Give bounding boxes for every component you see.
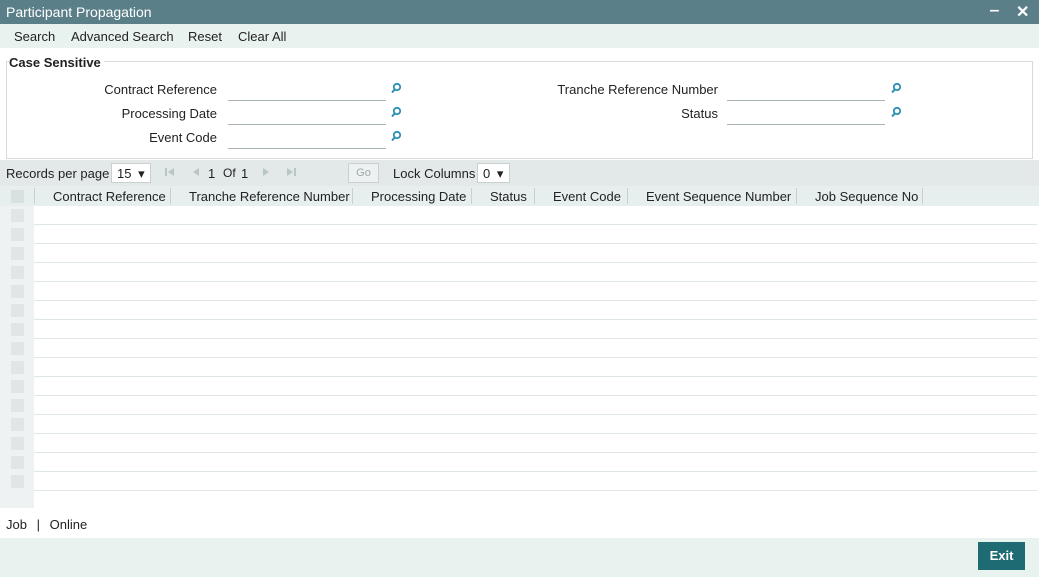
processing-date-input[interactable] <box>228 104 386 125</box>
table-row[interactable] <box>34 225 1037 244</box>
row-select-checkbox[interactable] <box>11 418 24 431</box>
title-bar: Participant Propagation ‒ ✕ <box>0 0 1039 24</box>
column-divider <box>34 188 35 204</box>
event-code-label: Event Code <box>149 130 217 145</box>
row-select-checkbox[interactable] <box>11 380 24 393</box>
contract-reference-label: Contract Reference <box>104 82 217 97</box>
of-label: Of <box>223 166 236 180</box>
records-per-page-select[interactable]: 15 ▾ <box>111 163 151 183</box>
job-link[interactable]: Job <box>6 517 27 532</box>
table-row[interactable] <box>34 282 1037 301</box>
row-select-checkbox[interactable] <box>11 475 24 488</box>
status-lookup-icon[interactable] <box>890 106 902 118</box>
table-row[interactable] <box>34 320 1037 339</box>
processing-date-lookup-icon[interactable] <box>390 106 402 118</box>
case-sensitive-legend: Case Sensitive <box>9 55 104 70</box>
column-divider <box>534 188 535 204</box>
row-select-checkbox[interactable] <box>11 285 24 298</box>
processing-date-label: Processing Date <box>121 106 217 121</box>
column-header-tranche-reference-number[interactable]: Tranche Reference Number <box>189 189 350 204</box>
current-page: 1 <box>208 166 216 181</box>
column-divider <box>471 188 472 204</box>
table-row[interactable] <box>34 301 1037 320</box>
lock-columns-label: Lock Columns <box>393 166 476 181</box>
table-row[interactable] <box>34 472 1037 491</box>
column-header-job-sequence-no[interactable]: Job Sequence No <box>815 189 918 204</box>
previous-page-icon[interactable] <box>190 166 202 178</box>
grid-header: Contract Reference Tranche Reference Num… <box>0 186 1039 206</box>
table-row[interactable] <box>34 358 1037 377</box>
records-per-page-value: 15 <box>117 166 132 181</box>
bottom-bar <box>0 538 1039 577</box>
status-label: Status <box>681 106 718 121</box>
column-header-contract-reference[interactable]: Contract Reference <box>53 189 166 204</box>
minimize-icon[interactable]: ‒ <box>990 2 999 20</box>
column-divider <box>170 188 171 204</box>
results-grid: Contract Reference Tranche Reference Num… <box>0 186 1039 508</box>
table-row[interactable] <box>34 396 1037 415</box>
column-header-processing-date[interactable]: Processing Date <box>371 189 466 204</box>
table-row[interactable] <box>34 453 1037 472</box>
row-select-checkbox[interactable] <box>11 209 24 222</box>
search-button[interactable]: Search <box>14 29 55 44</box>
row-select-checkbox[interactable] <box>11 342 24 355</box>
total-pages: 1 <box>241 166 249 181</box>
row-select-checkbox[interactable] <box>11 361 24 374</box>
next-page-icon[interactable] <box>260 166 272 178</box>
table-row[interactable] <box>34 206 1037 225</box>
table-row[interactable] <box>34 244 1037 263</box>
contract-reference-input[interactable] <box>228 80 386 101</box>
chevron-down-icon: ▾ <box>496 166 504 181</box>
toolbar: Search Advanced Search Reset Clear All <box>0 24 1039 48</box>
row-select-checkbox[interactable] <box>11 228 24 241</box>
column-header-status[interactable]: Status <box>490 189 527 204</box>
event-code-input[interactable] <box>228 128 386 149</box>
select-all-checkbox[interactable] <box>11 190 24 203</box>
row-select-checkbox[interactable] <box>11 323 24 336</box>
last-page-icon[interactable] <box>285 166 297 178</box>
footer-separator: | <box>36 517 40 532</box>
exit-button[interactable]: Exit <box>978 542 1025 570</box>
close-icon[interactable]: ✕ <box>1016 2 1029 22</box>
table-row[interactable] <box>34 415 1037 434</box>
column-header-event-sequence-number[interactable]: Event Sequence Number <box>646 189 791 204</box>
advanced-search-button[interactable]: Advanced Search <box>71 29 174 44</box>
table-row[interactable] <box>34 434 1037 453</box>
chevron-down-icon: ▾ <box>138 166 145 181</box>
column-divider <box>352 188 353 204</box>
tranche-reference-number-input[interactable] <box>727 80 885 101</box>
contract-reference-lookup-icon[interactable] <box>390 82 402 94</box>
tranche-reference-number-lookup-icon[interactable] <box>890 82 902 94</box>
row-select-checkbox[interactable] <box>11 437 24 450</box>
table-row[interactable] <box>34 377 1037 396</box>
lock-columns-value: 0 <box>483 166 491 181</box>
clear-all-button[interactable]: Clear All <box>238 29 286 44</box>
row-select-checkbox[interactable] <box>11 399 24 412</box>
footer-links: Job | Online <box>6 517 87 532</box>
pagination-bar: Records per page 15 ▾ 1 Of 1 Go Lock Col… <box>0 160 1039 186</box>
window-title: Participant Propagation <box>6 4 152 20</box>
column-divider <box>796 188 797 204</box>
row-select-checkbox[interactable] <box>11 304 24 317</box>
online-link[interactable]: Online <box>50 517 88 532</box>
tranche-reference-number-label: Tranche Reference Number <box>557 82 718 97</box>
reset-button[interactable]: Reset <box>188 29 222 44</box>
column-divider <box>922 188 923 204</box>
lock-columns-select[interactable]: 0 ▾ <box>477 163 510 183</box>
row-select-checkbox[interactable] <box>11 247 24 260</box>
column-header-event-code[interactable]: Event Code <box>553 189 621 204</box>
status-input[interactable] <box>727 104 885 125</box>
row-select-checkbox[interactable] <box>11 266 24 279</box>
first-page-icon[interactable] <box>164 166 176 178</box>
event-code-lookup-icon[interactable] <box>390 130 402 142</box>
row-select-checkbox[interactable] <box>11 456 24 469</box>
table-row[interactable] <box>34 339 1037 358</box>
column-divider <box>627 188 628 204</box>
records-per-page-label: Records per page <box>6 166 110 181</box>
go-button[interactable]: Go <box>348 163 379 183</box>
table-row[interactable] <box>34 263 1037 282</box>
